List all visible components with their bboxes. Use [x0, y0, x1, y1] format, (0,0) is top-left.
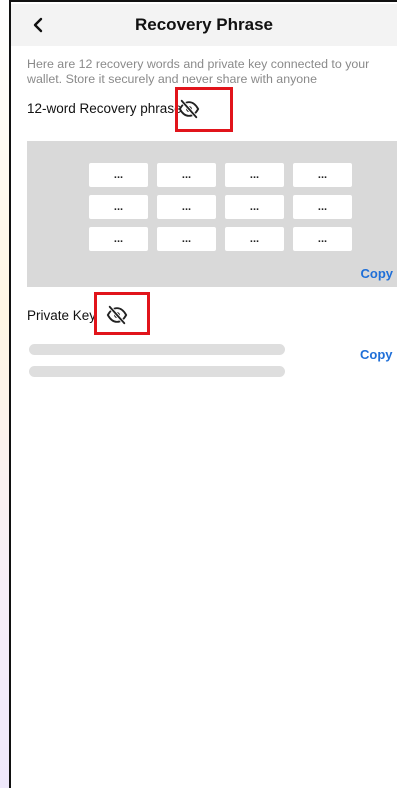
recovery-word: ...: [293, 163, 352, 187]
background-gradient: [0, 0, 9, 788]
recovery-word: ...: [157, 195, 216, 219]
toggle-private-key-visibility-button[interactable]: [106, 304, 128, 326]
eye-slash-icon: [106, 304, 128, 326]
copy-private-key-button[interactable]: Copy: [360, 347, 393, 362]
recovery-word-grid: ... ... ... ... ... ... ... ... ... ... …: [89, 163, 352, 251]
recovery-word: ...: [225, 195, 284, 219]
description-text: Here are 12 recovery words and private k…: [27, 57, 370, 86]
phone-screen: Recovery Phrase Here are 12 recovery wor…: [9, 0, 397, 788]
page-title: Recovery Phrase: [135, 15, 273, 34]
toggle-recovery-visibility-button[interactable]: [178, 98, 200, 120]
recovery-word: ...: [89, 227, 148, 251]
app-header: Recovery Phrase: [11, 4, 397, 46]
copy-recovery-phrase-button[interactable]: Copy: [361, 266, 394, 281]
recovery-word: ...: [293, 227, 352, 251]
recovery-word: ...: [293, 195, 352, 219]
recovery-word: ...: [225, 227, 284, 251]
private-key-label: Private Key: [27, 308, 97, 323]
recovery-word: ...: [89, 195, 148, 219]
recovery-words-panel: ... ... ... ... ... ... ... ... ... ... …: [27, 141, 397, 287]
eye-slash-icon: [178, 98, 200, 120]
recovery-phrase-label: 12-word Recovery phrase: [27, 101, 182, 116]
private-key-placeholder-line: [29, 366, 285, 377]
recovery-word: ...: [89, 163, 148, 187]
private-key-placeholder-line: [29, 344, 285, 355]
recovery-word: ...: [157, 163, 216, 187]
recovery-word: ...: [157, 227, 216, 251]
recovery-word: ...: [225, 163, 284, 187]
